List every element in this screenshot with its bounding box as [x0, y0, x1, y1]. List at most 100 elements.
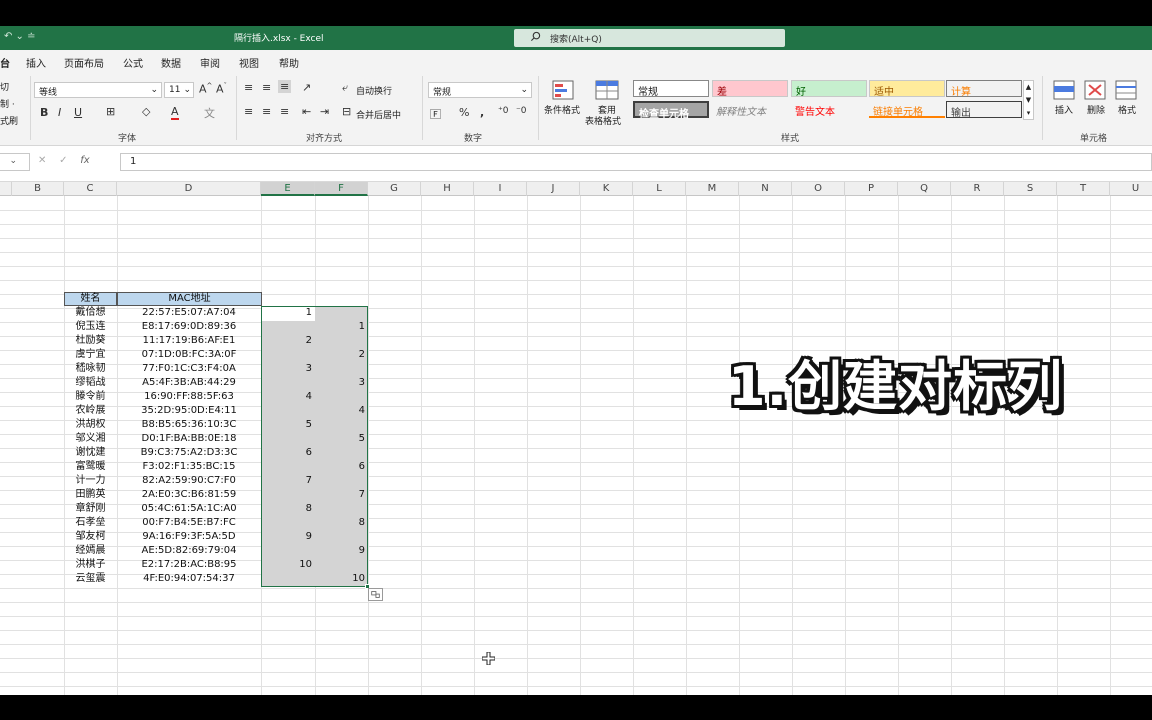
style-output[interactable]: 输出: [946, 101, 1022, 119]
align-middle-icon[interactable]: ≡: [262, 81, 271, 94]
column-header[interactable]: B: [12, 182, 64, 196]
align-right-icon[interactable]: ≡: [280, 105, 289, 118]
column-header[interactable]: C: [64, 182, 117, 196]
comma-style-icon[interactable]: ,: [480, 106, 484, 119]
col-f-cell[interactable]: [315, 474, 368, 488]
name-cell[interactable]: 杜励葵: [64, 334, 117, 348]
mac-cell[interactable]: B9:C3:75:A2:D3:3C: [117, 446, 261, 460]
column-header[interactable]: E: [261, 182, 315, 196]
font-size-select[interactable]: 11 ⌄: [164, 82, 194, 98]
number-format-select[interactable]: 常规 ⌄: [428, 82, 532, 98]
name-cell[interactable]: 倪玉连: [64, 320, 117, 334]
col-f-cell[interactable]: [315, 334, 368, 348]
conditional-format-icon[interactable]: [552, 80, 574, 100]
name-cell[interactable]: 嵇咏韧: [64, 362, 117, 376]
tab-view[interactable]: 视图: [239, 55, 259, 70]
style-calculation[interactable]: 计算: [946, 80, 1022, 98]
underline-icon[interactable]: U: [74, 106, 82, 119]
name-cell[interactable]: 富鹭暖: [64, 460, 117, 474]
col-e-cell[interactable]: [262, 432, 315, 446]
select-all-corner[interactable]: [0, 182, 12, 196]
border-icon[interactable]: ⊞: [106, 105, 115, 118]
mac-cell[interactable]: AE:5D:82:69:79:04: [117, 544, 261, 558]
col-f-cell[interactable]: [315, 502, 368, 516]
col-e-cell[interactable]: 3: [262, 362, 315, 376]
name-cell[interactable]: 洪棋子: [64, 558, 117, 572]
column-header[interactable]: T: [1057, 182, 1110, 196]
mac-cell[interactable]: 07:1D:0B:FC:3A:0F: [117, 348, 261, 362]
cut-button[interactable]: 切: [0, 80, 9, 93]
align-left-icon[interactable]: ≡: [244, 105, 253, 118]
orientation-icon[interactable]: ↗: [302, 81, 311, 94]
quick-access-undo-icon[interactable]: ↶ ⌄ ≐: [4, 31, 36, 42]
column-header[interactable]: I: [474, 182, 527, 196]
tab-data[interactable]: 数据: [161, 55, 181, 70]
col-e-cell[interactable]: [262, 572, 315, 586]
column-header[interactable]: K: [580, 182, 633, 196]
col-e-cell[interactable]: [262, 488, 315, 502]
mac-cell[interactable]: 05:4C:61:5A:1C:A0: [117, 502, 261, 516]
mac-cell[interactable]: E8:17:69:0D:89:36: [117, 320, 261, 334]
name-cell[interactable]: 邹友柯: [64, 530, 117, 544]
phonetic-icon[interactable]: 文: [204, 105, 215, 121]
tab-insert[interactable]: 插入: [26, 55, 46, 70]
style-good[interactable]: 好: [791, 80, 867, 98]
name-cell[interactable]: 章舒刚: [64, 502, 117, 516]
style-explanatory[interactable]: 解释性文本: [712, 101, 788, 118]
name-cell[interactable]: 戴佮想: [64, 306, 117, 320]
format-as-table-icon[interactable]: [595, 80, 619, 100]
mac-cell[interactable]: 77:F0:1C:C3:F4:0A: [117, 362, 261, 376]
col-f-cell[interactable]: 6: [315, 460, 368, 474]
format-cells-button[interactable]: 格式: [1118, 103, 1136, 116]
font-color-icon[interactable]: A: [171, 105, 179, 120]
style-warning[interactable]: 警告文本: [791, 101, 867, 118]
col-f-cell[interactable]: [315, 446, 368, 460]
col-f-cell[interactable]: 10: [315, 572, 368, 586]
format-painter-button[interactable]: 式刷: [0, 114, 18, 127]
worksheet-grid[interactable]: BCDEFGHIJKLMNOPQRSTU 姓名 MAC地址 戴佮想 22:57:E…: [0, 182, 1152, 695]
increase-font-icon[interactable]: A^: [199, 82, 212, 96]
name-cell[interactable]: 石孝垒: [64, 516, 117, 530]
decrease-decimal-icon[interactable]: ⁻0: [516, 106, 526, 116]
col-f-cell[interactable]: [315, 530, 368, 544]
merge-center-button[interactable]: 合并后居中: [356, 108, 401, 121]
format-as-table-line2[interactable]: 表格格式: [585, 114, 621, 127]
mac-cell[interactable]: B8:B5:65:36:10:3C: [117, 418, 261, 432]
search-box[interactable]: 搜索(Alt+Q): [514, 29, 785, 47]
col-f-cell[interactable]: [315, 558, 368, 572]
mac-cell[interactable]: D0:1F:BA:BB:0E:18: [117, 432, 261, 446]
style-normal[interactable]: 常规: [633, 80, 709, 98]
col-e-cell[interactable]: [262, 320, 315, 334]
cancel-icon[interactable]: ✕: [38, 155, 46, 166]
name-cell[interactable]: 经嫣晨: [64, 544, 117, 558]
column-header[interactable]: R: [951, 182, 1004, 196]
name-cell[interactable]: 谢忱建: [64, 446, 117, 460]
col-e-cell[interactable]: 2: [262, 334, 315, 348]
delete-cells-icon[interactable]: [1084, 80, 1106, 100]
formula-input[interactable]: 1: [120, 153, 1152, 171]
column-header[interactable]: U: [1110, 182, 1152, 196]
name-cell[interactable]: 云玺震: [64, 572, 117, 586]
column-header[interactable]: G: [368, 182, 421, 196]
name-cell[interactable]: 虞宁宜: [64, 348, 117, 362]
column-header[interactable]: Q: [898, 182, 951, 196]
mac-cell[interactable]: 00:F7:B4:5E:B7:FC: [117, 516, 261, 530]
align-center-icon[interactable]: ≡: [262, 105, 271, 118]
col-e-cell[interactable]: 7: [262, 474, 315, 488]
col-e-cell[interactable]: 10: [262, 558, 315, 572]
col-f-cell[interactable]: 3: [315, 376, 368, 390]
header-mac[interactable]: MAC地址: [117, 292, 262, 306]
name-cell[interactable]: 滕令前: [64, 390, 117, 404]
tab-home-partial[interactable]: 台: [0, 55, 10, 70]
insert-function-icon[interactable]: fx: [80, 155, 89, 166]
col-f-cell[interactable]: 2: [315, 348, 368, 362]
column-header[interactable]: N: [739, 182, 792, 196]
tab-page-layout[interactable]: 页面布局: [64, 55, 104, 70]
column-header[interactable]: J: [527, 182, 580, 196]
mac-cell[interactable]: 2A:E0:3C:B6:81:59: [117, 488, 261, 502]
mac-cell[interactable]: 35:2D:95:0D:E4:11: [117, 404, 261, 418]
name-cell[interactable]: 邬义湘: [64, 432, 117, 446]
col-f-cell[interactable]: 5: [315, 432, 368, 446]
mac-cell[interactable]: 82:A2:59:90:C7:F0: [117, 474, 261, 488]
quick-analysis-icon[interactable]: [368, 588, 383, 601]
